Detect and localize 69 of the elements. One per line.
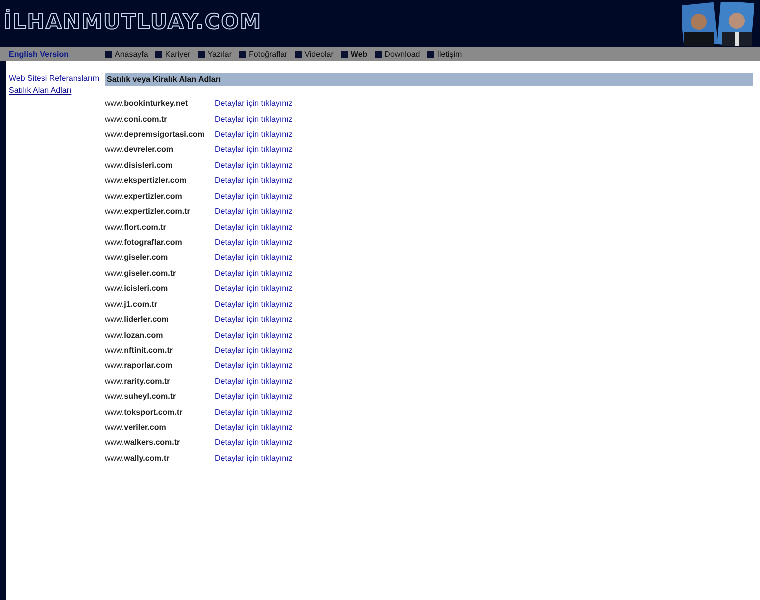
- details-link[interactable]: Detaylar için tıklayınız: [215, 268, 293, 278]
- details-link[interactable]: Detaylar için tıklayınız: [215, 130, 293, 140]
- domain-name: www.rarity.com.tr: [105, 376, 172, 386]
- bullet-icon: [239, 50, 246, 58]
- bullet-icon: [427, 50, 434, 58]
- details-link[interactable]: Detaylar için tıklayınız: [215, 438, 293, 448]
- details-link[interactable]: Detaylar için tıklayınız: [215, 315, 293, 324]
- nav-link[interactable]: İletişim: [427, 50, 462, 58]
- site-logo[interactable]: İLHANMUTLUAY.COM: [4, 10, 262, 34]
- details-link[interactable]: Detaylar için tıklayınız: [215, 207, 293, 216]
- nav-link[interactable]: Yazılar: [198, 50, 232, 58]
- nav-link[interactable]: Videolar: [294, 50, 334, 58]
- domain-name: www.toksport.com.tr: [105, 408, 184, 417]
- nav-link[interactable]: Kariyer: [155, 50, 191, 58]
- nav-link[interactable]: Web: [340, 50, 368, 58]
- details-link[interactable]: Detaylar için tıklayınız: [215, 284, 293, 294]
- details-link[interactable]: Detaylar için tıklayınız: [215, 454, 293, 463]
- domain-name: www.giseler.com.tr: [105, 268, 178, 278]
- domain-name: www.giseler.com: [105, 253, 170, 262]
- details-link[interactable]: Detaylar için tıklayınız: [215, 192, 293, 201]
- domain-name: www.walkers.com.tr: [105, 438, 182, 448]
- details-link[interactable]: Detaylar için tıklayınız: [215, 361, 293, 370]
- domain-name: www.suheyl.com.tr: [105, 392, 178, 402]
- domain-name: www.devreler.com: [105, 145, 174, 154]
- bullet-icon: [294, 50, 302, 58]
- nav-link[interactable]: Anasayfa: [105, 50, 148, 58]
- sidebar-link[interactable]: Web Sitesi Referanslarım: [6, 74, 105, 83]
- domain-name: www.liderler.com: [105, 315, 170, 324]
- domain-name: www.expertizler.com: [105, 192, 184, 201]
- details-link[interactable]: Detaylar için tıklayınız: [215, 346, 293, 355]
- language-link[interactable]: English Version: [0, 50, 105, 58]
- details-link[interactable]: Detaylar için tıklayınız: [215, 300, 293, 309]
- bullet-icon: [105, 50, 112, 58]
- domain-name: www.veriler.com: [105, 423, 168, 432]
- details-link[interactable]: Detaylar için tıklayınız: [215, 145, 293, 154]
- domain-name: www.raporlar.com: [105, 361, 174, 370]
- bullet-icon: [198, 50, 205, 58]
- domain-name: www.expertizler.com.tr: [105, 207, 192, 216]
- details-link[interactable]: Detaylar için tıklayınız: [215, 253, 293, 262]
- domain-name: www.disisleri.com: [105, 160, 174, 170]
- section-title: Satılık veya Kiralık Alan Adları: [105, 73, 753, 86]
- domain-name: www.ekspertizler.com: [105, 176, 188, 186]
- bullet-icon: [340, 50, 348, 58]
- domain-name: www.bookinturkey.net: [105, 99, 189, 108]
- domain-name: www.flort.com.tr: [105, 222, 168, 232]
- details-link[interactable]: Detaylar için tıklayınız: [215, 376, 293, 386]
- nav-link[interactable]: Fotoğraflar: [239, 50, 288, 58]
- bullet-icon: [374, 50, 382, 58]
- details-link[interactable]: Detaylar için tıklayınız: [215, 392, 293, 402]
- domain-name: www.j1.com.tr: [105, 300, 158, 309]
- sidebar-link[interactable]: Satılık Alan Adları: [6, 86, 105, 95]
- details-link[interactable]: Detaylar için tıklayınız: [215, 222, 293, 232]
- domain-name: www.coni.com.tr: [105, 114, 168, 124]
- nav-link[interactable]: Download: [374, 50, 420, 58]
- domain-name: www.fotograflar.com: [105, 238, 184, 247]
- domain-name: www.icisleri.com: [105, 284, 170, 294]
- bullet-icon: [155, 50, 162, 58]
- details-link[interactable]: Detaylar için tıklayınız: [215, 423, 293, 432]
- details-link[interactable]: Detaylar için tıklayınız: [215, 160, 293, 170]
- domain-name: www.nftinit.com.tr: [105, 346, 174, 355]
- details-link[interactable]: Detaylar için tıklayınız: [215, 176, 293, 186]
- details-link[interactable]: Detaylar için tıklayınız: [215, 238, 293, 247]
- details-link[interactable]: Detaylar için tıklayınız: [215, 408, 293, 417]
- domain-name: www.depremsigortasi.com: [105, 130, 206, 140]
- details-link[interactable]: Detaylar için tıklayınız: [215, 330, 293, 340]
- details-link[interactable]: Detaylar için tıklayınız: [215, 99, 293, 108]
- domain-name: www.lozan.com: [105, 330, 164, 340]
- details-link[interactable]: Detaylar için tıklayınız: [215, 114, 293, 124]
- domain-name: www.wally.com.tr: [105, 454, 171, 463]
